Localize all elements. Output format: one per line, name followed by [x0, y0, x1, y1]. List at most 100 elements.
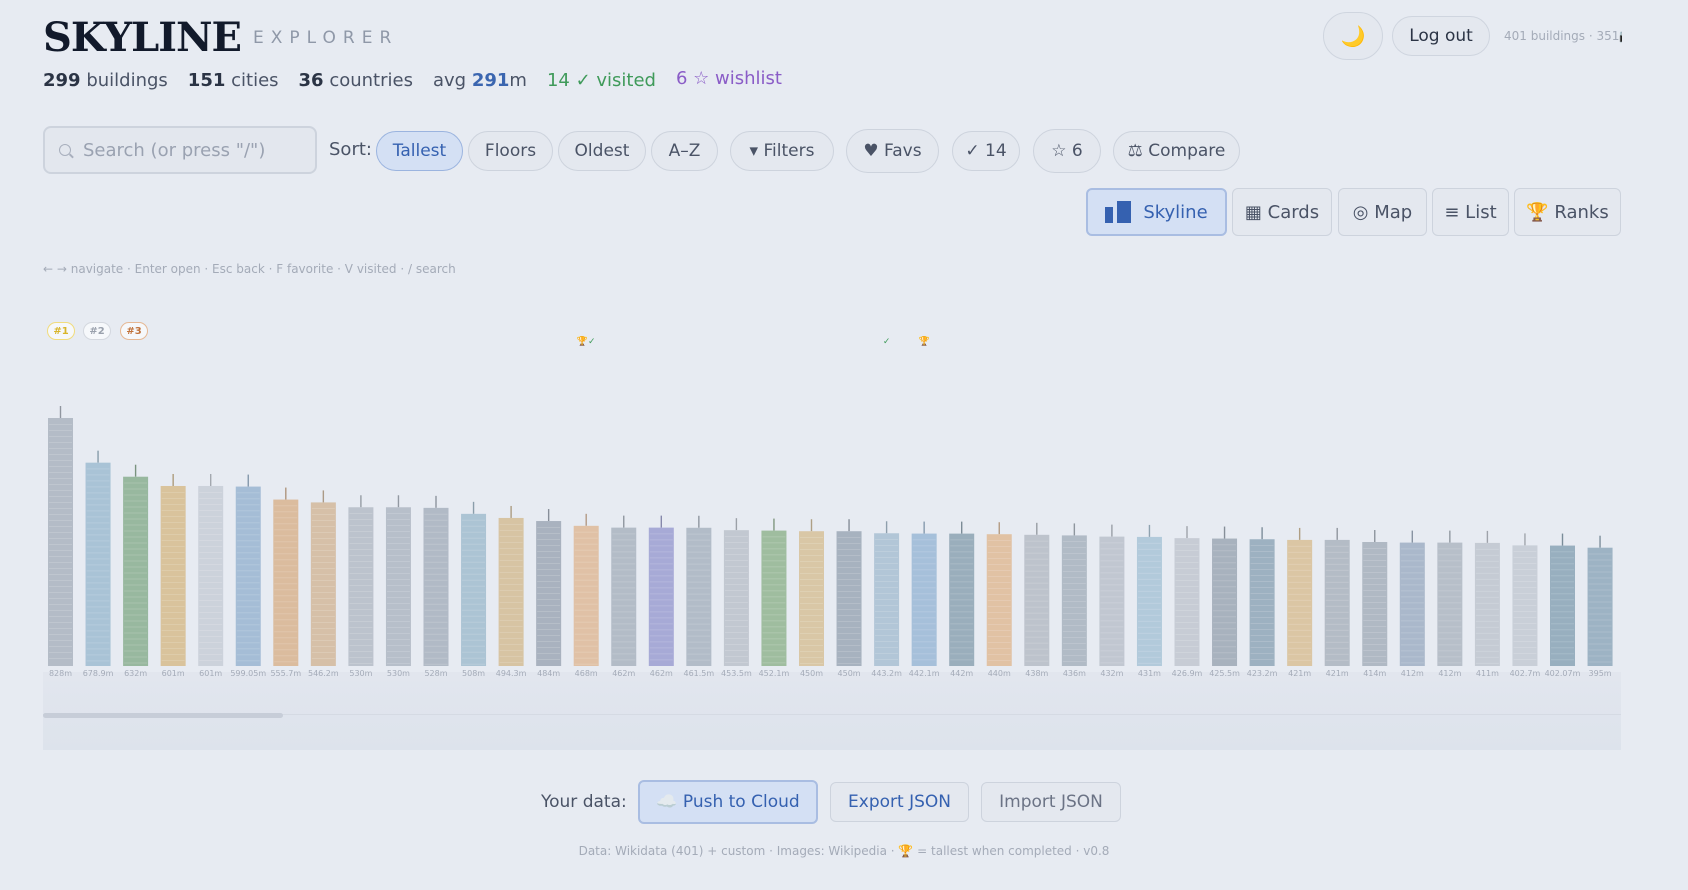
- building-floor-line: [49, 466, 72, 467]
- building-floor-line: [1213, 586, 1237, 588]
- favs-button[interactable]: ♥ Favs: [846, 129, 939, 173]
- building-bar[interactable]: 414m: [1362, 530, 1388, 678]
- view-list-button[interactable]: ≡ List: [1432, 188, 1509, 236]
- building-bar[interactable]: 450m: [836, 519, 862, 678]
- building-floor-line: [124, 530, 148, 532]
- sort-floors-button[interactable]: Floors: [468, 131, 553, 171]
- building-bar[interactable]: 452.1m: [759, 518, 790, 678]
- building-floor-line: [124, 500, 148, 502]
- building-floor-line: [311, 562, 335, 564]
- push-to-cloud-button[interactable]: ☁️ Push to Cloud: [638, 780, 818, 824]
- sort-tallest-button[interactable]: Tallest: [376, 131, 463, 171]
- building-bar[interactable]: 530m: [348, 495, 374, 678]
- building-floor-line: [912, 647, 936, 649]
- building-floor-line: [1288, 653, 1312, 655]
- building-bar[interactable]: 395m: [1587, 535, 1613, 678]
- building-floor-line: [424, 513, 448, 515]
- building-bar[interactable]: 438m: [1024, 522, 1050, 678]
- building-bar[interactable]: 601m: [198, 473, 224, 678]
- visited-filter-button[interactable]: ✓ 14: [952, 131, 1020, 171]
- building-bar[interactable]: 530m: [385, 495, 411, 678]
- building-height-label: 530m: [349, 669, 372, 678]
- building-floor-line: [499, 601, 523, 603]
- search-input[interactable]: [83, 139, 303, 161]
- building-floor-line: [1288, 569, 1312, 571]
- building-bar[interactable]: 421m: [1287, 527, 1313, 678]
- building-bar[interactable]: 468m: [573, 513, 599, 678]
- building-bar[interactable]: 484m: [536, 509, 562, 678]
- building-floor-line: [574, 657, 598, 659]
- wishlist-filter-button[interactable]: ☆ 6: [1033, 129, 1101, 173]
- building-bar[interactable]: 411m: [1474, 530, 1500, 678]
- building-bar[interactable]: 546.2m: [308, 490, 339, 678]
- chart-scrollbar-thumb[interactable]: [43, 713, 283, 718]
- sort-oldest-button[interactable]: Oldest: [558, 131, 646, 171]
- building-spire: [810, 519, 813, 532]
- building-floor-line: [199, 593, 223, 595]
- building-floor-line: [1025, 606, 1049, 608]
- building-bar[interactable]: 828m: [48, 406, 73, 678]
- logout-button[interactable]: Log out: [1392, 16, 1490, 56]
- building-bar[interactable]: 528m: [423, 495, 449, 678]
- building-spire: [735, 518, 738, 531]
- skyline-chart[interactable]: #1 #2 #3 828m 678.9m 632m 601m 601m 599.05m 55…: [43, 300, 1621, 750]
- building-bar[interactable]: 599.05m: [230, 474, 266, 678]
- building-floor-line: [86, 498, 110, 500]
- building-bar[interactable]: 423.2m: [1247, 527, 1278, 678]
- building-floor-line: [1513, 581, 1537, 582]
- building-bar[interactable]: 508m: [461, 501, 487, 678]
- building-bar[interactable]: 450m: [799, 519, 824, 678]
- building-bar[interactable]: 443.2m: [871, 521, 902, 678]
- building-bar[interactable]: 402.7m: [1510, 533, 1541, 678]
- filters-button[interactable]: ▾ Filters: [730, 131, 834, 171]
- building-bar[interactable]: 436m: [1061, 523, 1087, 678]
- building-bar[interactable]: 462m: [648, 515, 674, 678]
- building-bar[interactable]: 421m: [1324, 527, 1350, 678]
- view-map-button[interactable]: ◎ Map: [1338, 188, 1427, 236]
- dark-mode-button[interactable]: 🌙: [1323, 12, 1383, 60]
- view-skyline-button[interactable]: Skyline: [1086, 188, 1227, 236]
- building-bar[interactable]: 555.7m: [270, 487, 301, 678]
- building-bar[interactable]: 431m: [1136, 524, 1162, 678]
- building-bar[interactable]: 494.3m: [496, 505, 527, 678]
- building-bar[interactable]: 425.5m: [1209, 526, 1240, 678]
- sort-az-button[interactable]: A–Z: [651, 131, 718, 171]
- building-bar[interactable]: 432m: [1099, 524, 1125, 678]
- building-bar[interactable]: 426.9m: [1172, 526, 1203, 678]
- building-floor-line: [424, 657, 448, 659]
- building-bar[interactable]: 442.1m: [909, 521, 940, 678]
- search-box[interactable]: [43, 126, 317, 174]
- view-cards-button[interactable]: ▦ Cards: [1232, 188, 1332, 236]
- building-floor-line: [1250, 593, 1274, 594]
- building-bar[interactable]: 632m: [123, 464, 149, 678]
- skyline-bars[interactable]: 828m 678.9m 632m 601m 601m 599.05m 555.7m 546.2…: [43, 300, 1621, 700]
- building-floor-line: [837, 537, 861, 538]
- building-bar[interactable]: 412m: [1437, 530, 1463, 678]
- building-floor-line: [199, 617, 223, 619]
- building-floor-line: [762, 644, 786, 646]
- building-body: [986, 534, 1012, 666]
- building-floor-line: [1062, 637, 1086, 639]
- building-bar[interactable]: 442m: [949, 521, 975, 678]
- building-floor-line: [537, 551, 561, 552]
- view-ranks-button[interactable]: 🏆 Ranks: [1514, 188, 1621, 236]
- building-bar[interactable]: 412m: [1399, 530, 1425, 678]
- building-floor-line: [274, 529, 298, 531]
- building-bar[interactable]: 462m: [611, 515, 637, 678]
- building-bar[interactable]: 453.5m: [721, 518, 752, 678]
- import-json-button[interactable]: Import JSON: [981, 782, 1121, 822]
- building-floor-line: [236, 606, 260, 608]
- building-floor-line: [236, 624, 260, 626]
- building-bar[interactable]: 461.5m: [683, 515, 714, 678]
- building-floor-line: [1363, 596, 1387, 597]
- building-bar[interactable]: 678.9m: [83, 450, 114, 678]
- building-floor-line: [1137, 656, 1161, 658]
- building-floor-line: [462, 621, 486, 623]
- building-bar[interactable]: 440m: [986, 522, 1012, 678]
- building-floor-line: [1551, 587, 1574, 589]
- building-floor-line: [1100, 596, 1124, 598]
- building-bar[interactable]: 402.07m: [1545, 533, 1581, 678]
- building-bar[interactable]: 601m: [160, 473, 186, 678]
- export-json-button[interactable]: Export JSON: [830, 782, 969, 822]
- compare-button[interactable]: ⚖ Compare: [1113, 131, 1240, 171]
